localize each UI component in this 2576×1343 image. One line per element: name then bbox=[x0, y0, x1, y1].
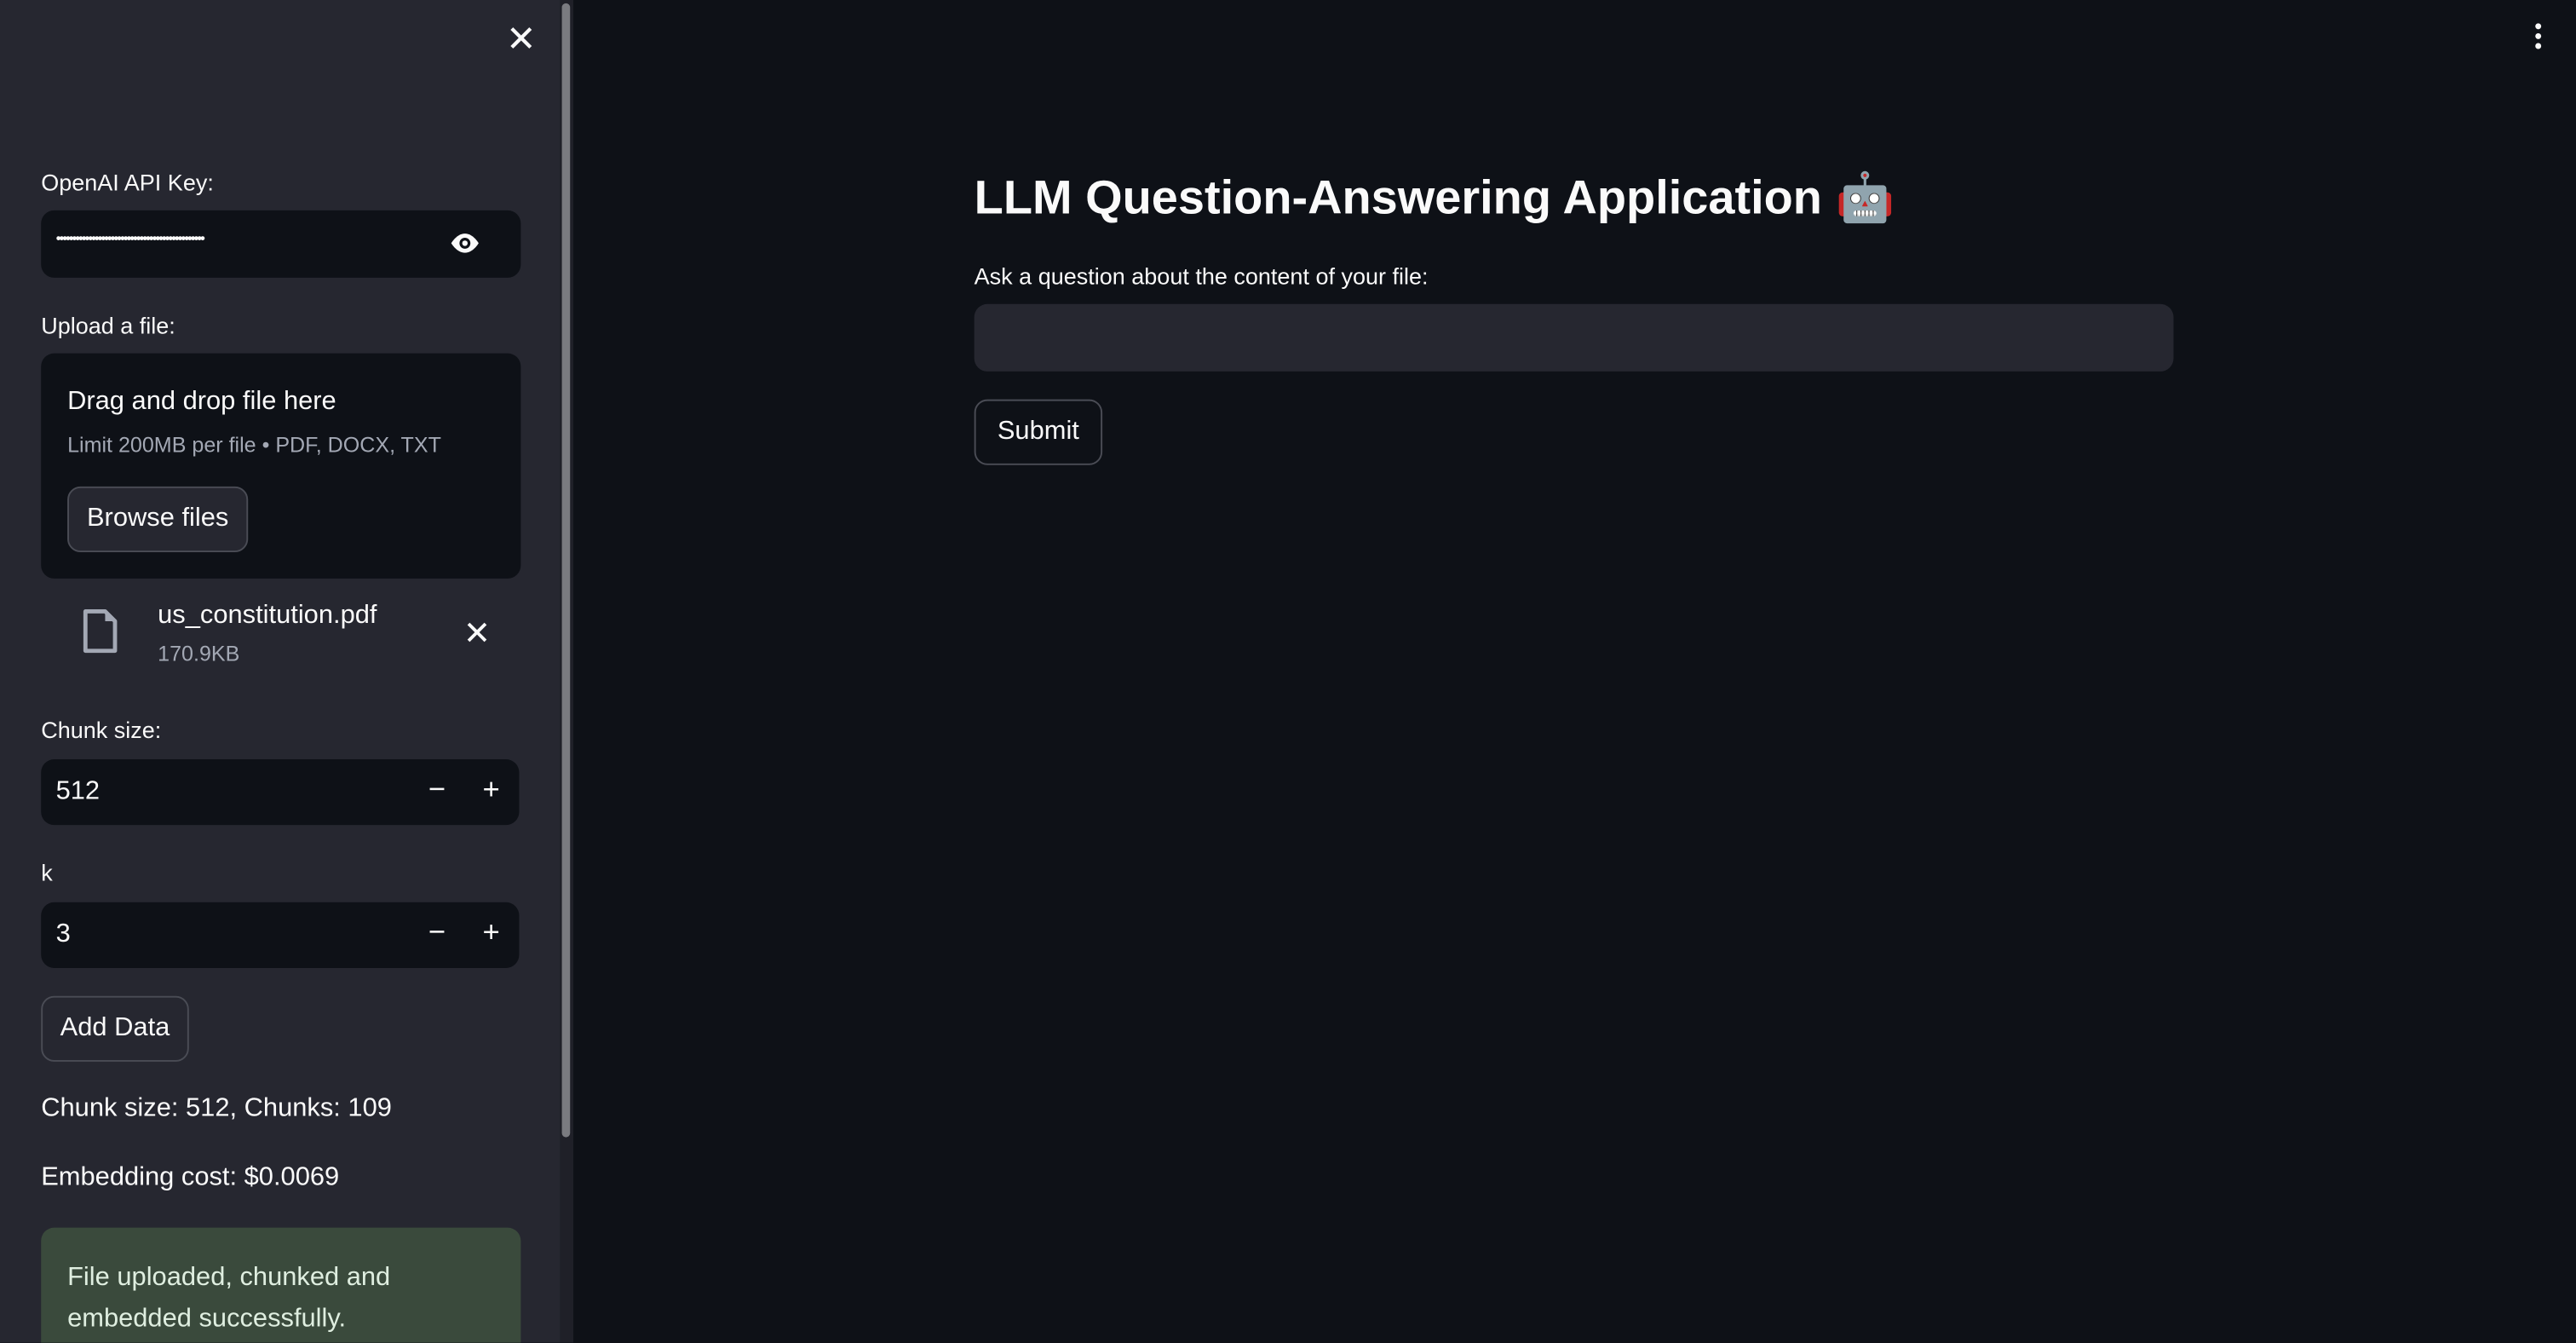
dropzone-title: Drag and drop file here bbox=[67, 388, 336, 416]
question-label: Ask a question about the content of your… bbox=[974, 262, 1429, 290]
upload-label: Upload a file: bbox=[41, 312, 175, 339]
sidebar: ✕ OpenAI API Key: ••••••••••••••••••••••… bbox=[0, 0, 561, 1343]
question-input[interactable] bbox=[974, 303, 2174, 372]
chunk-decrement-button[interactable]: − bbox=[411, 772, 463, 807]
robot-emoji-icon: 🤖 bbox=[1835, 172, 1895, 226]
file-size: 170.9KB bbox=[158, 641, 240, 666]
api-key-label: OpenAI API Key: bbox=[41, 169, 214, 196]
kebab-menu-icon[interactable] bbox=[2527, 16, 2550, 55]
file-dropzone[interactable]: Drag and drop file here Limit 200MB per … bbox=[41, 353, 521, 579]
eye-icon[interactable] bbox=[449, 230, 482, 256]
page-title: LLM Question-Answering Application 🤖 bbox=[975, 171, 1895, 228]
file-name: us_constitution.pdf bbox=[158, 601, 377, 630]
scrollbar-thumb[interactable] bbox=[561, 3, 571, 1138]
k-label: k bbox=[41, 859, 53, 886]
success-alert: File uploaded, chunked and embedded succ… bbox=[41, 1227, 521, 1343]
k-stepper[interactable]: 3 − + bbox=[41, 902, 520, 968]
api-key-value: ••••••••••••••••••••••••••••••••••••••••… bbox=[55, 230, 205, 247]
submit-button[interactable]: Submit bbox=[974, 399, 1103, 465]
page-title-text: LLM Question-Answering Application bbox=[974, 172, 1822, 226]
dropzone-hint: Limit 200MB per file • PDF, DOCX, TXT bbox=[67, 432, 441, 458]
browse-files-button[interactable]: Browse files bbox=[67, 486, 249, 553]
close-sidebar-icon[interactable]: ✕ bbox=[506, 18, 537, 61]
k-increment-button[interactable]: + bbox=[465, 915, 518, 950]
file-icon bbox=[83, 609, 118, 654]
success-message: File uploaded, chunked and embedded succ… bbox=[67, 1264, 391, 1334]
k-value[interactable]: 3 bbox=[56, 920, 71, 950]
chunk-size-label: Chunk size: bbox=[41, 716, 162, 743]
chunk-size-stepper[interactable]: 512 − + bbox=[41, 759, 520, 826]
chunk-info-text: Chunk size: 512, Chunks: 109 bbox=[41, 1094, 392, 1123]
embedding-cost-text: Embedding cost: $0.0069 bbox=[41, 1163, 340, 1192]
k-decrement-button[interactable]: − bbox=[411, 915, 463, 950]
sidebar-scrollbar[interactable] bbox=[560, 0, 574, 1343]
api-key-input[interactable]: ••••••••••••••••••••••••••••••••••••••••… bbox=[41, 210, 521, 278]
add-data-button[interactable]: Add Data bbox=[41, 995, 189, 1062]
chunk-increment-button[interactable]: + bbox=[465, 772, 518, 807]
chunk-size-value[interactable]: 512 bbox=[56, 777, 100, 807]
remove-file-icon[interactable]: ✕ bbox=[463, 613, 491, 654]
main-menu-button[interactable] bbox=[2527, 16, 2550, 55]
